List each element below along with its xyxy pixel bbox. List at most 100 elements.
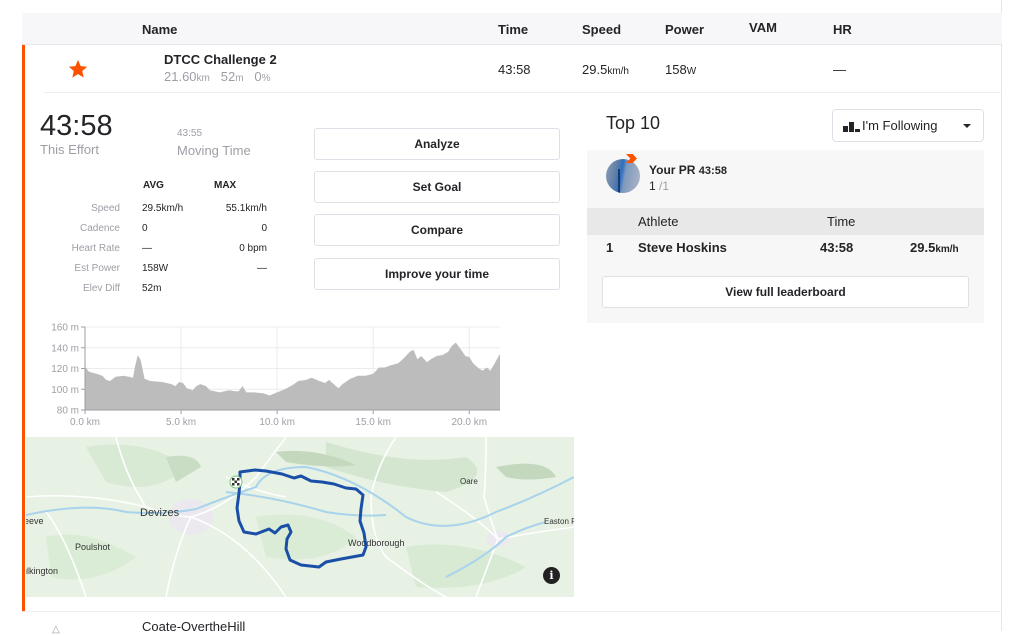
elevation-profile-area [85,342,500,410]
col-time[interactable]: Time [498,22,528,37]
moving-time-value: 43:55 [177,128,203,139]
selected-row-accent [22,45,25,611]
pr-flag-icon [626,154,637,163]
lb-speed-unit: km/h [935,244,959,255]
stat-label: Speed [91,203,120,214]
pr-rank-total: /1 [659,179,670,193]
segment-icon[interactable]: △ [52,624,60,635]
segment-distance: 21.60 [164,69,197,84]
x-tick-label: 15.0 km [355,417,391,428]
lb-speed: 29.5km/h [910,240,959,255]
stat-row-elev-diff: Elev Diff 52m [22,283,292,303]
segment-grade: 0 [254,69,262,84]
row-power: 158W [665,62,696,77]
map-label-devizes: Devizes [140,507,180,519]
star-icon[interactable] [67,58,89,80]
y-tick-label: 140 m [51,343,79,354]
stat-label: Heart Rate [71,243,120,254]
filter-label: I'm Following [862,118,938,133]
power-value: 158 [665,62,687,77]
col-vam[interactable]: VAM [749,20,777,35]
effort-time-label: This Effort [40,142,100,157]
map-ridge [496,463,556,480]
speed-unit: km/h [607,66,629,77]
pr-label: Your PR [649,163,696,177]
segment-map[interactable]: Devizes Poulshot ulkington eeve Woodboro… [26,437,574,597]
map-woodland [256,514,356,560]
map-label-poulshot: Poulshot [75,542,111,552]
set-goal-button[interactable]: Set Goal [314,171,560,203]
map-woodland [326,442,478,492]
stat-label: Est Power [74,263,120,274]
table-row[interactable]: DTCC Challenge 2 21.60km 52m 0% 43:58 29… [44,45,1002,93]
map-label-easton-royal: Easton R [544,517,574,526]
stat-avg: 29.5km/h [142,203,184,214]
x-tick-label: 20.0 km [451,417,487,428]
map-canvas[interactable] [26,437,574,597]
effort-time: 43:58 [40,110,113,142]
stat-row-heart-rate: Heart Rate — 0 bpm [22,243,292,263]
grade-unit: % [261,73,271,84]
stat-avg: 0 [142,223,148,234]
leaderboard-title: Top 10 [606,113,661,133]
x-tick-label: 10.0 km [259,417,295,428]
elevation-unit: m [235,73,244,84]
x-tick-label: 5.0 km [166,417,196,428]
leaderboard-panel: Your PR 43:58 1 /1 Athlete Time 1 Steve … [587,150,984,323]
leaderboard-row[interactable]: 1 Steve Hoskins 43:58 29.5km/h [587,236,984,262]
analyze-button[interactable]: Analyze [314,128,560,160]
stat-row-cadence: Cadence 0 0 [22,223,292,243]
improve-time-button[interactable]: Improve your time [314,258,560,290]
x-tick-label: 0.0 km [70,417,100,428]
col-power[interactable]: Power [665,22,704,37]
lb-rank: 1 [606,240,614,255]
col-athlete: Athlete [638,214,679,229]
y-tick-label: 160 m [51,323,79,334]
speed-value: 29.5 [582,62,608,77]
your-pr: Your PR 43:58 [649,163,727,177]
stat-label: Elev Diff [82,283,120,294]
lb-athlete-link[interactable]: Steve Hoskins [638,240,727,255]
lb-time: 43:58 [820,240,854,255]
y-tick-label: 120 m [51,364,79,375]
avg-header: AVG [143,180,164,191]
pr-rank-value: 1 [649,179,656,193]
stat-row-speed: Speed 29.5km/h 55.1km/h [22,203,292,223]
lb-speed-value: 29.5 [910,240,936,255]
segment-name-link[interactable]: Coate-OvertheHill [142,619,245,634]
y-tick-label: 80 m [57,406,79,417]
elevation-chart[interactable]: 160 m 140 m 120 m 100 m 80 m 0.0 km 5.0 km 10.… [30,322,510,430]
avatar[interactable] [606,159,640,193]
leaderboard-header: Athlete Time [587,208,984,235]
chevron-down-icon [963,124,971,128]
pr-rank: 1 /1 [649,179,669,193]
row-speed: 29.5km/h [582,62,629,77]
stat-max: 0 bpm [239,243,267,254]
segment-name-link[interactable]: DTCC Challenge 2 [164,52,277,67]
segment-efforts-table: Name Time Speed Power VAM HR DTCC Challe… [22,0,1002,635]
stat-max: 0 [261,223,267,234]
compare-button[interactable]: Compare [314,214,560,246]
info-icon[interactable]: i [543,567,560,584]
col-speed[interactable]: Speed [582,22,621,37]
col-name[interactable]: Name [142,22,177,37]
view-full-leaderboard-button[interactable]: View full leaderboard [602,276,969,308]
stat-avg: 52m [142,283,162,294]
leaderboard-filter-dropdown[interactable]: I'm Following [832,109,984,142]
map-label-oare: Oare [460,477,478,486]
pr-time: 43:58 [698,165,727,177]
max-header: MAX [214,180,237,191]
stat-max: — [257,263,267,274]
map-label-woodborough: Woodborough [348,538,405,548]
stat-avg: 158W [142,263,169,274]
stat-max: 55.1km/h [225,203,267,214]
distance-unit: km [196,73,210,84]
table-header: Name Time Speed Power VAM HR [22,13,1002,45]
col-hr[interactable]: HR [833,22,852,37]
segment-stats: 21.60km 52m 0% [164,69,271,84]
moving-time-label: Moving Time [177,143,251,158]
map-label-seend-cleeve: eeve [26,516,44,526]
leaderboard-bars-icon [843,121,860,132]
segment-elevation: 52 [220,69,236,84]
stat-label: Cadence [79,223,120,234]
